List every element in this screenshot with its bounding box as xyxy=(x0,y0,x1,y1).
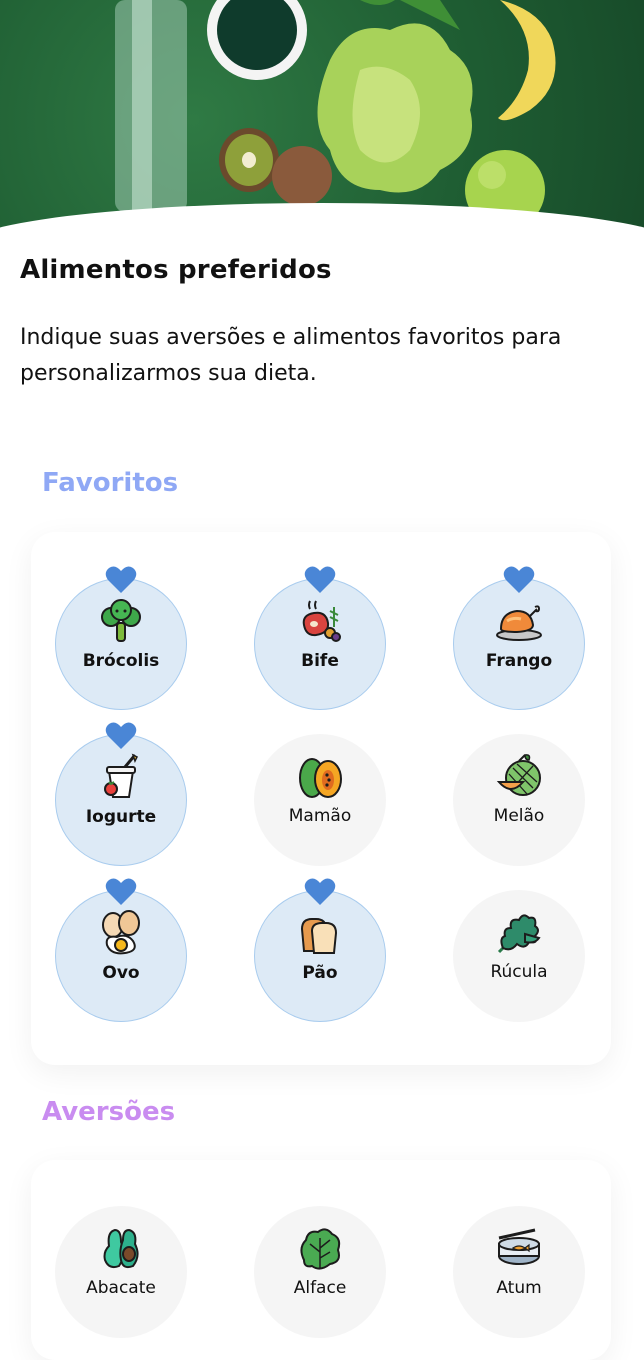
food-item-label: Brócolis xyxy=(82,651,160,671)
bread-icon xyxy=(296,909,344,957)
heart-icon xyxy=(304,565,336,593)
heart-icon xyxy=(105,877,137,905)
food-item-label: Atum xyxy=(496,1278,542,1298)
food-item-label: Alface xyxy=(293,1278,347,1298)
food-item-label: Bife xyxy=(301,651,339,671)
favorites-card: Brócolis Bife Frango Iogurte Mamão Melão Ovo Pã… xyxy=(31,532,611,1065)
aversions-section-title: Aversões xyxy=(42,1097,176,1127)
heart-icon xyxy=(105,721,137,749)
steak-icon xyxy=(296,597,344,645)
food-item-iogurte[interactable]: Iogurte xyxy=(55,722,187,866)
tuna-can-icon xyxy=(495,1224,543,1272)
food-item-label: Abacate xyxy=(86,1278,156,1298)
hero-curve xyxy=(0,203,644,300)
food-item-frango[interactable]: Frango xyxy=(453,566,585,710)
arugula-icon xyxy=(495,908,543,956)
lettuce-icon xyxy=(296,1224,344,1272)
heart-icon xyxy=(105,565,137,593)
page-title: Alimentos preferidos xyxy=(20,255,332,285)
papaya-icon xyxy=(296,752,344,800)
food-item-rucula[interactable]: Rúcula xyxy=(453,890,585,1022)
food-item-pao[interactable]: Pão xyxy=(254,878,386,1022)
food-item-ovo[interactable]: Ovo xyxy=(55,878,187,1022)
food-item-mamao[interactable]: Mamão xyxy=(254,734,386,866)
heart-icon xyxy=(304,877,336,905)
food-item-label: Ovo xyxy=(102,963,140,983)
heart-icon xyxy=(503,565,535,593)
food-item-alface[interactable]: Alface xyxy=(254,1206,386,1338)
broccoli-icon xyxy=(97,597,145,645)
roast-chicken-icon xyxy=(495,597,543,645)
food-item-label: Melão xyxy=(493,806,545,826)
avocado-icon xyxy=(97,1224,145,1272)
egg-icon xyxy=(97,909,145,957)
food-item-atum[interactable]: Atum xyxy=(453,1206,585,1338)
yogurt-icon xyxy=(97,753,145,801)
food-item-label: Pão xyxy=(302,963,338,983)
food-item-brocolis[interactable]: Brócolis xyxy=(55,566,187,710)
food-item-label: Frango xyxy=(485,651,553,671)
melon-icon xyxy=(495,752,543,800)
food-item-melao[interactable]: Melão xyxy=(453,734,585,866)
aversions-card: Abacate Alface Atum xyxy=(31,1160,611,1360)
food-item-label: Rúcula xyxy=(490,962,548,982)
food-item-label: Iogurte xyxy=(85,807,157,827)
food-item-bife[interactable]: Bife xyxy=(254,566,386,710)
food-item-abacate[interactable]: Abacate xyxy=(55,1206,187,1338)
page-description: Indique suas aversões e alimentos favori… xyxy=(20,325,562,386)
favorites-section-title: Favoritos xyxy=(42,468,179,498)
food-item-label: Mamão xyxy=(288,806,352,826)
